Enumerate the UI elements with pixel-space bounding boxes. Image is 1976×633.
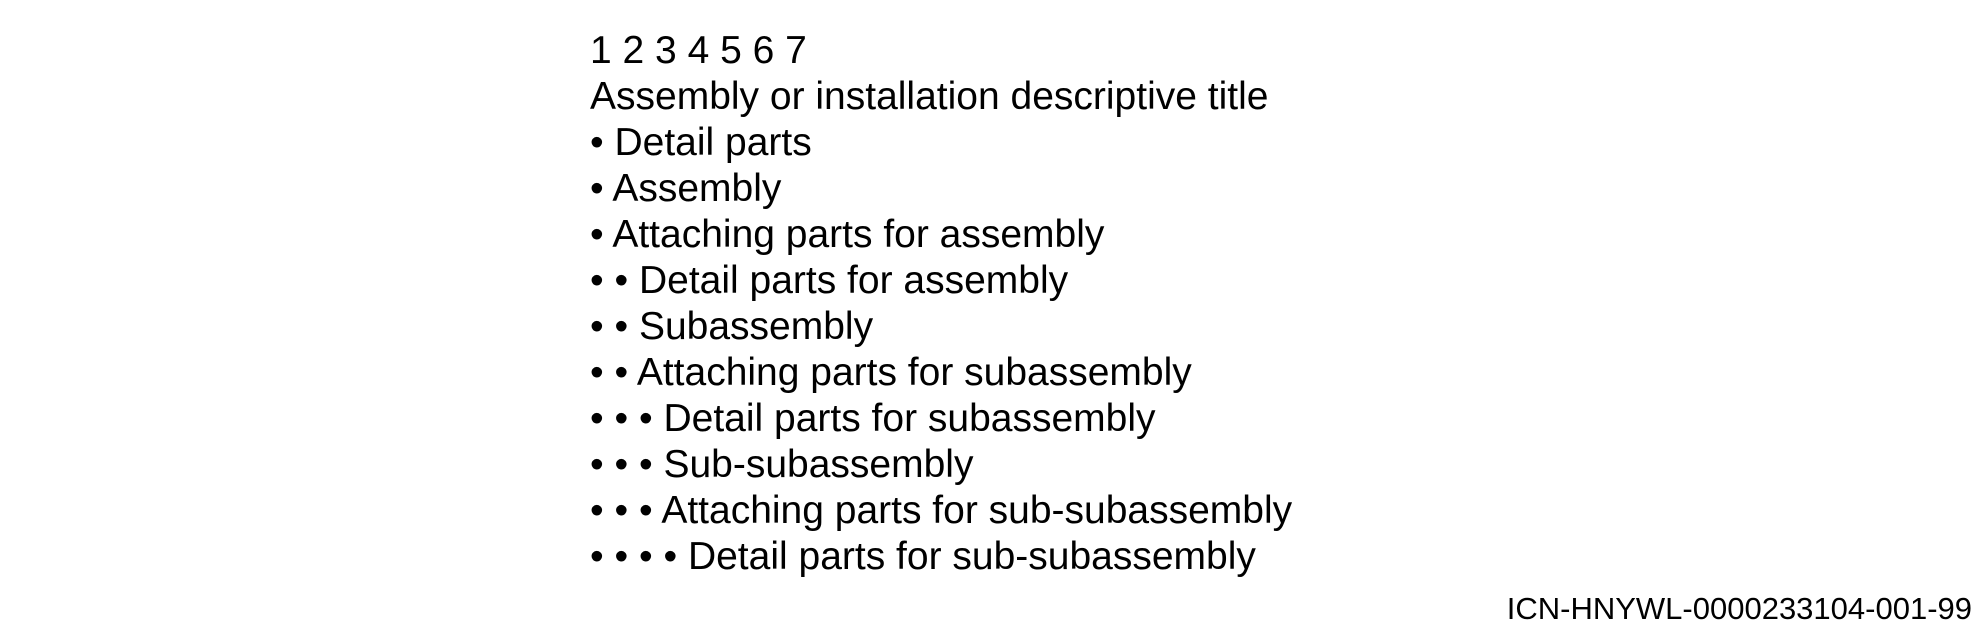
indent-scale: 1 2 3 4 5 6 7 [590, 29, 807, 72]
list-item: • • • Detail parts for subassembly [590, 397, 1156, 440]
list-item: • • • Sub-subassembly [590, 443, 974, 486]
list-item: • Attaching parts for assembly [590, 213, 1105, 256]
list-item: • Assembly [590, 167, 782, 210]
list-item: • Detail parts [590, 121, 812, 164]
list-item: • • • • Detail parts for sub-subassembly [590, 535, 1256, 578]
list-item-title: Assembly or installation descriptive tit… [590, 75, 1269, 118]
list-item: • • • Attaching parts for sub-subassembl… [590, 489, 1293, 532]
icn-code: ICN-HNYWL-0000233104-001-99 [1506, 591, 1972, 626]
indenture-list: 1 2 3 4 5 6 7 Assembly or installation d… [590, 28, 1292, 580]
list-item: • • Attaching parts for subassembly [590, 351, 1192, 394]
list-item: • • Subassembly [590, 305, 874, 348]
list-item: • • Detail parts for assembly [590, 259, 1069, 302]
